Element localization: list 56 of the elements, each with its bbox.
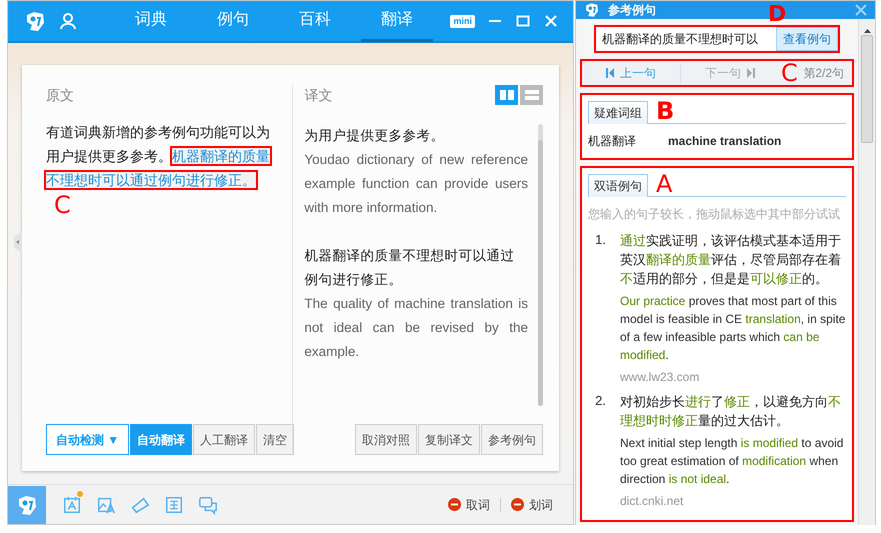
- scrollbar-thumb[interactable]: [861, 35, 873, 143]
- user-icon[interactable]: [59, 12, 77, 30]
- toggle-button[interactable]: 取词: [438, 496, 500, 514]
- toolbar-button[interactable]: 参考例句: [481, 424, 543, 455]
- nav-tab[interactable]: 词典: [115, 0, 187, 42]
- previous-button[interactable]: 上一句: [582, 63, 680, 83]
- target-heading: 译文: [304, 86, 332, 105]
- source-link[interactable]: www.lw23.com: [620, 368, 846, 386]
- logo-icon[interactable]: [24, 10, 47, 32]
- position-label: 第2/2句: [803, 65, 844, 82]
- logo-icon[interactable]: [16, 494, 38, 516]
- toolbar-button[interactable]: 自动翻译: [130, 424, 192, 455]
- translated-text: 为用户提供更多参考。: [304, 127, 446, 145]
- notification-dot: [77, 490, 83, 496]
- panel-tab[interactable]: 疑难词组: [588, 101, 648, 124]
- toolbar-button[interactable]: 复制译文: [418, 424, 480, 455]
- minus-icon: [448, 498, 461, 511]
- example-translation: Next initial step length is modified to avoid too great estimation of modification when direction is not ideal.: [620, 435, 844, 488]
- hint-text: 您输入的句子较长，拖动鼠标选中其中部分试试: [588, 206, 841, 223]
- toolbar-button[interactable]: 清空: [256, 424, 294, 455]
- source-heading: 原文: [46, 86, 75, 105]
- annotation-letter: B: [656, 99, 674, 123]
- phrase-translation: machine translation: [668, 133, 782, 150]
- collapse-arrow-icon[interactable]: [14, 233, 22, 251]
- phrase-text: 机器翻译: [588, 133, 637, 150]
- nav-tab[interactable]: 翻译: [361, 0, 433, 42]
- side-by-side-icon[interactable]: [495, 85, 518, 105]
- skip-previous-icon: [606, 67, 614, 79]
- annotation-letter: C: [54, 191, 71, 219]
- mini-mode-button[interactable]: mini: [450, 14, 475, 28]
- language-dropdown[interactable]: 自动检测 ▼: [46, 424, 129, 455]
- example-translation: Our practice proves that most part of this model is feasible in CE translation, in spite of a few infeasible parts which can be modified.: [620, 293, 846, 364]
- list-number: 2.: [594, 392, 607, 410]
- translated-text: Youdao dictionary of new reference example function can provide users with more information.: [304, 151, 528, 217]
- nav-tab[interactable]: 百科: [279, 0, 351, 42]
- example-sentence: 通过实践证明，该评估模式基本适用于英汉翻译的质量评估，尽管局部存在着 不适用的部分，但是是可以修正的。: [620, 232, 842, 288]
- scrollbar[interactable]: [538, 124, 543, 406]
- annotation-letter: C: [781, 61, 798, 85]
- translated-text: 机器翻译的质量不理想时可以通过例句进行修正。: [304, 247, 516, 289]
- source-link[interactable]: dict.cnki.net: [620, 492, 846, 510]
- translated-text: The quality of machine translation is not ideal can be revised by the example.: [304, 295, 528, 361]
- list-number: 1.: [594, 231, 607, 249]
- minus-icon: [511, 498, 524, 511]
- toggle-button[interactable]: 划词: [501, 496, 563, 514]
- scrollbar[interactable]: [858, 19, 875, 525]
- annotation-letter: A: [656, 172, 672, 196]
- example-sentence: 对初始步长进行了修正，以避免方向不理想时时修正量的过大估计。: [620, 393, 842, 430]
- toolbar-button[interactable]: 取消对照: [355, 424, 417, 455]
- window-title: 参考例句: [608, 2, 656, 19]
- maximize-icon[interactable]: [516, 14, 530, 28]
- panel-tab[interactable]: 双语例句: [588, 174, 648, 197]
- skip-next-icon: [747, 67, 755, 79]
- toolbar-button[interactable]: 人工翻译: [193, 424, 255, 455]
- stacked-icon[interactable]: [520, 85, 543, 105]
- close-icon[interactable]: [855, 4, 867, 16]
- nav-tab[interactable]: 例句: [197, 0, 269, 42]
